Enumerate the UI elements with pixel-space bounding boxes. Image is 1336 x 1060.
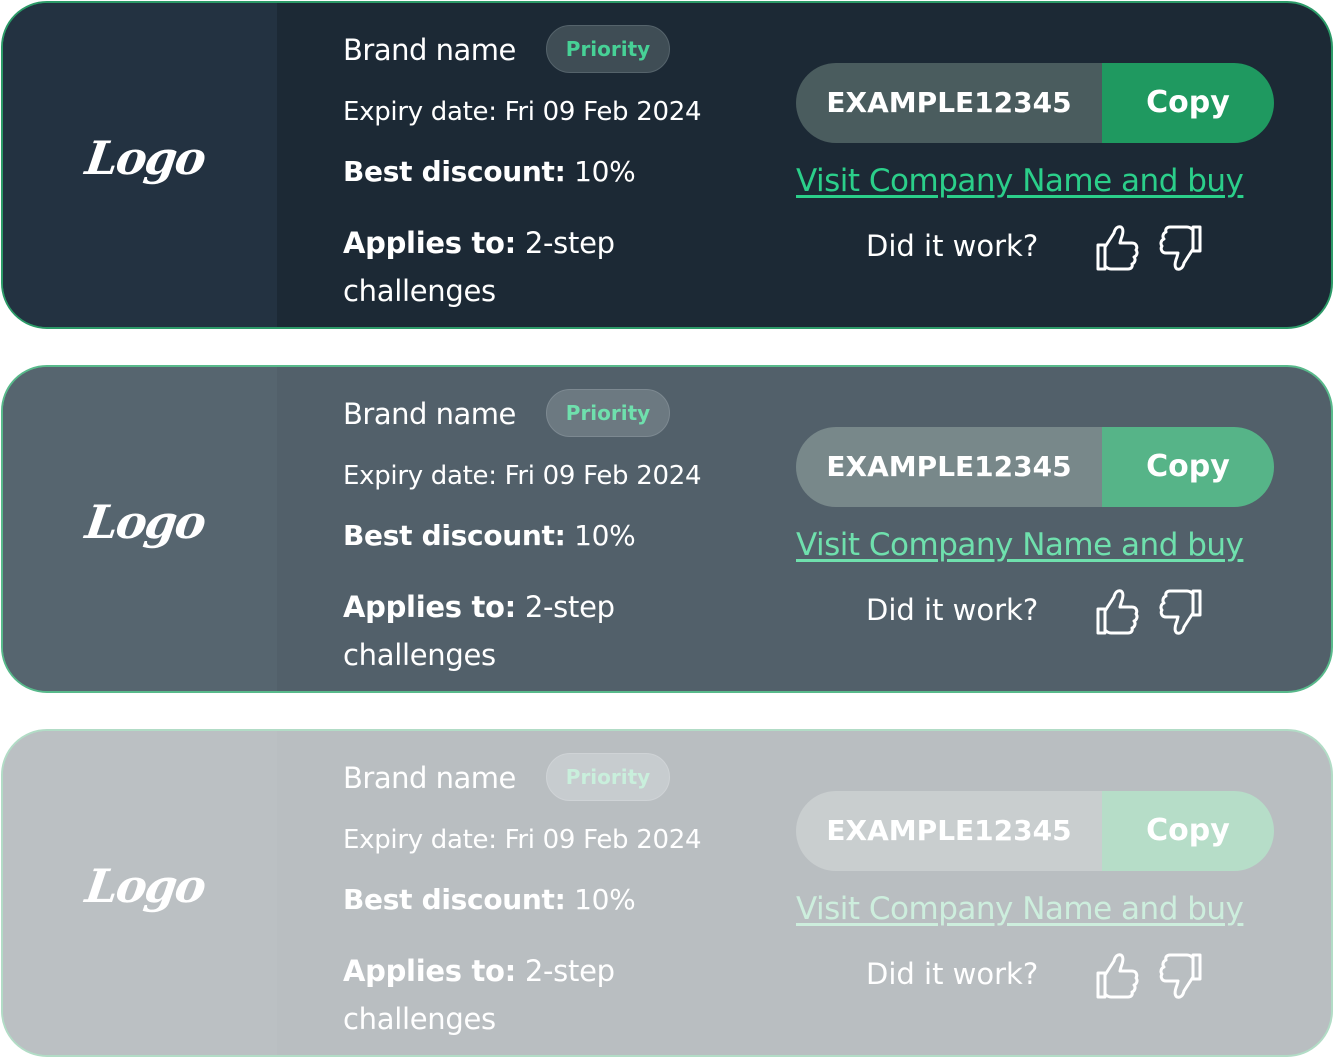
coupon-actions: EXAMPLE12345 Copy Visit Company Name and…	[796, 731, 1274, 1055]
copy-button[interactable]: Copy	[1102, 427, 1274, 507]
copy-button[interactable]: Copy	[1102, 791, 1274, 871]
feedback-prompt: Did it work?	[866, 229, 1039, 263]
brand-logo: Logo	[82, 495, 208, 549]
best-discount: Best discount: 10%	[343, 155, 636, 188]
discount-label: Best discount:	[343, 519, 566, 552]
coupon-card: Logo Brand name Priority Expiry date: Fr…	[1, 365, 1333, 693]
thumbs-down-icon[interactable]	[1158, 223, 1204, 273]
brand-logo: Logo	[82, 131, 208, 185]
visit-company-link[interactable]: Visit Company Name and buy	[796, 527, 1274, 563]
copy-button[interactable]: Copy	[1102, 63, 1274, 143]
discount-value: 10%	[565, 883, 636, 916]
thumbs-down-icon[interactable]	[1158, 951, 1204, 1001]
discount-label: Best discount:	[343, 155, 566, 188]
expiry-date: Expiry date: Fri 09 Feb 2024	[343, 97, 702, 127]
expiry-date: Expiry date: Fri 09 Feb 2024	[343, 825, 702, 855]
coupon-code[interactable]: EXAMPLE12345	[796, 63, 1102, 143]
coupon-info: Brand name Priority Expiry date: Fri 09 …	[343, 367, 763, 691]
coupon-code[interactable]: EXAMPLE12345	[796, 427, 1102, 507]
coupon-actions: EXAMPLE12345 Copy Visit Company Name and…	[796, 367, 1274, 691]
logo-panel: Logo	[3, 367, 277, 691]
applies-label: Applies to:	[343, 954, 516, 988]
logo-panel: Logo	[3, 3, 277, 327]
expiry-date: Expiry date: Fri 09 Feb 2024	[343, 461, 702, 491]
priority-badge: Priority	[546, 25, 670, 73]
code-box: EXAMPLE12345 Copy	[796, 427, 1274, 507]
coupon-code[interactable]: EXAMPLE12345	[796, 791, 1102, 871]
visit-company-link[interactable]: Visit Company Name and buy	[796, 163, 1274, 199]
brand-name: Brand name	[343, 761, 516, 795]
applies-label: Applies to:	[343, 590, 516, 624]
coupon-info: Brand name Priority Expiry date: Fri 09 …	[343, 731, 763, 1055]
thumbs-up-icon[interactable]	[1094, 951, 1140, 1001]
applies-to: Applies to: 2-step challenges	[343, 219, 663, 315]
coupon-card: Logo Brand name Priority Expiry date: Fr…	[1, 729, 1333, 1057]
logo-panel: Logo	[3, 731, 277, 1055]
priority-badge: Priority	[546, 753, 670, 801]
applies-to: Applies to: 2-step challenges	[343, 583, 663, 679]
best-discount: Best discount: 10%	[343, 883, 636, 916]
priority-badge: Priority	[546, 389, 670, 437]
best-discount: Best discount: 10%	[343, 519, 636, 552]
brand-logo: Logo	[82, 859, 208, 913]
discount-value: 10%	[565, 155, 636, 188]
feedback-prompt: Did it work?	[866, 593, 1039, 627]
brand-name: Brand name	[343, 33, 516, 67]
discount-label: Best discount:	[343, 883, 566, 916]
thumbs-up-icon[interactable]	[1094, 587, 1140, 637]
brand-name: Brand name	[343, 397, 516, 431]
thumbs-down-icon[interactable]	[1158, 587, 1204, 637]
discount-value: 10%	[565, 519, 636, 552]
applies-label: Applies to:	[343, 226, 516, 260]
thumbs-up-icon[interactable]	[1094, 223, 1140, 273]
coupon-card: Logo Brand name Priority Expiry date: Fr…	[1, 1, 1333, 329]
coupon-actions: EXAMPLE12345 Copy Visit Company Name and…	[796, 3, 1274, 327]
code-box: EXAMPLE12345 Copy	[796, 63, 1274, 143]
coupon-info: Brand name Priority Expiry date: Fri 09 …	[343, 3, 763, 327]
feedback-prompt: Did it work?	[866, 957, 1039, 991]
code-box: EXAMPLE12345 Copy	[796, 791, 1274, 871]
visit-company-link[interactable]: Visit Company Name and buy	[796, 891, 1274, 927]
applies-to: Applies to: 2-step challenges	[343, 947, 663, 1043]
